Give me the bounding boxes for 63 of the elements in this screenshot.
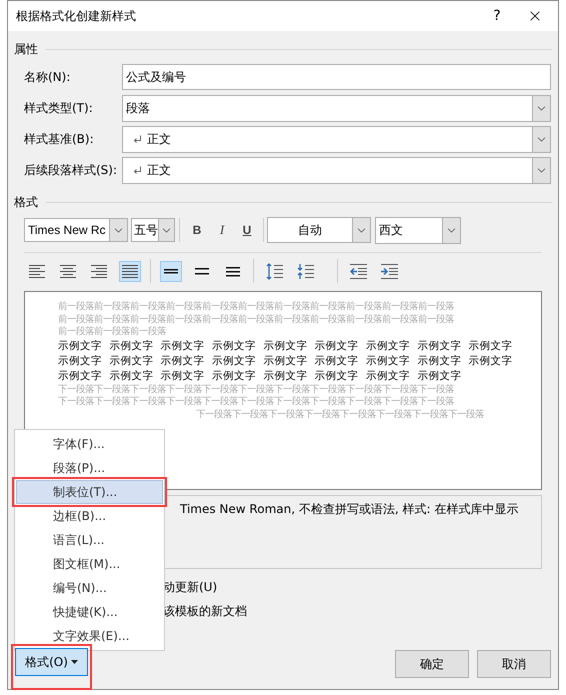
format-button[interactable]: 格式(O) bbox=[15, 648, 88, 676]
section-heading: 属性 bbox=[14, 41, 38, 58]
field-label: 名称(N): bbox=[24, 69, 72, 86]
align-right-icon bbox=[91, 264, 107, 278]
preview-sample-text: 示例文字 示例文字 示例文字 示例文字 示例文字 示例文字 示例文字 示例文字 bbox=[58, 368, 462, 384]
bold-button[interactable]: B bbox=[186, 221, 208, 239]
underline-button[interactable]: U bbox=[236, 221, 258, 239]
align-justify-icon bbox=[122, 264, 138, 278]
script-dropdown[interactable]: 西文 bbox=[375, 216, 461, 244]
dropdown-value: 西文 bbox=[378, 222, 404, 239]
dropdown-value: 自动 bbox=[297, 222, 323, 239]
paragraph-mark-icon bbox=[133, 166, 142, 174]
dropdown-field[interactable]: 正文 bbox=[122, 126, 551, 152]
field-label: 样式类型(T): bbox=[24, 100, 94, 117]
menu-item[interactable]: 快捷键(K)... bbox=[16, 600, 163, 624]
menu-item[interactable]: 编号(N)... bbox=[16, 576, 163, 600]
menu-item[interactable]: 字体(F)... bbox=[16, 432, 163, 456]
menu-item[interactable]: 边框(B)... bbox=[16, 504, 163, 528]
preview-next-text: 下一段落下一段落下一段落下一段落下一段落下一段落下一段落下一段落下一段落下一段落下一段落 bbox=[58, 396, 454, 408]
preview-next-text: 下一段落下一段落下一段落下一段落下一段落下一段落下一段落下一段落 bbox=[196, 408, 484, 421]
description-text: Times New Roman, 不检查拼写或语法, 样式: 在样式库中显示 bbox=[180, 502, 518, 516]
italic-button[interactable]: I bbox=[211, 220, 233, 240]
dropdown-value: 五号 bbox=[133, 222, 158, 239]
decrease-indent-icon bbox=[350, 264, 366, 278]
paragraph-mark-icon bbox=[133, 134, 142, 144]
line-spacing-icon bbox=[226, 265, 240, 277]
color-dropdown[interactable]: 自动 bbox=[267, 217, 371, 243]
window-title: 根据格式化创建新样式 bbox=[16, 8, 137, 25]
section-heading: 格式 bbox=[14, 194, 38, 211]
preview-previous-text: 前一段落前一段落前一段落前一段落前一段落前一段落前一段落前一段落前一段落前一段落前一段落 bbox=[58, 314, 454, 326]
size-dropdown[interactable]: 五号 bbox=[131, 218, 175, 242]
toolbar-button[interactable] bbox=[160, 260, 182, 282]
dropdown-value: 段落 bbox=[126, 100, 151, 117]
field-label: 样式基准(B): bbox=[24, 131, 95, 148]
help-button[interactable]: ? bbox=[482, 6, 512, 26]
dialog-button[interactable]: 取消 bbox=[477, 650, 551, 678]
align-left-icon bbox=[29, 264, 45, 278]
align-center-icon bbox=[60, 264, 76, 278]
font-dropdown[interactable]: Times New Rc bbox=[24, 218, 128, 242]
toolbar-button[interactable] bbox=[119, 260, 141, 282]
field-label: 后续段落样式(S): bbox=[24, 162, 118, 179]
menu-item[interactable]: 语言(L)... bbox=[16, 528, 163, 552]
line-spacing-icon bbox=[195, 265, 209, 277]
dropdown-field[interactable]: 段落 bbox=[122, 94, 551, 122]
preview-previous-text: 前一段落前一段落前一段落 bbox=[58, 326, 166, 338]
preview-sample-text: 示例文字 示例文字 示例文字 示例文字 示例文字 示例文字 示例文字 示例文字 示例文字 bbox=[58, 338, 513, 354]
dropdown-value: 正文 bbox=[147, 162, 172, 179]
dropdown-value: Times New Rc bbox=[27, 222, 107, 239]
dropdown-field[interactable]: 正文 bbox=[122, 156, 551, 184]
paragraph-spacing-icon bbox=[266, 262, 282, 280]
preview-next-text: 下一段落下一段落下一段落下一段落下一段落下一段落下一段落下一段落下一段落下一段落下一段落 bbox=[58, 384, 454, 396]
menu-item[interactable]: 文字效果(E)... bbox=[16, 624, 163, 648]
input-field[interactable]: 公式及编号 bbox=[122, 64, 551, 90]
caret-icon bbox=[70, 660, 78, 664]
dropdown-value: 正文 bbox=[147, 131, 172, 148]
menu-item[interactable]: 制表位(T)... bbox=[16, 480, 163, 504]
increase-indent-icon bbox=[380, 264, 398, 278]
menu-item[interactable]: 段落(P)... bbox=[16, 456, 163, 480]
menu-item[interactable]: 图文框(M)... bbox=[16, 552, 163, 576]
preview-sample-text: 示例文字 示例文字 示例文字 示例文字 示例文字 示例文字 示例文字 示例文字 示例文字 bbox=[58, 354, 513, 368]
paragraph-spacing-icon bbox=[296, 262, 314, 280]
dialog-button[interactable]: 确定 bbox=[395, 650, 469, 678]
preview-previous-text: 前一段落前一段落前一段落前一段落前一段落前一段落前一段落前一段落前一段落前一段落前一段落 bbox=[58, 301, 454, 314]
